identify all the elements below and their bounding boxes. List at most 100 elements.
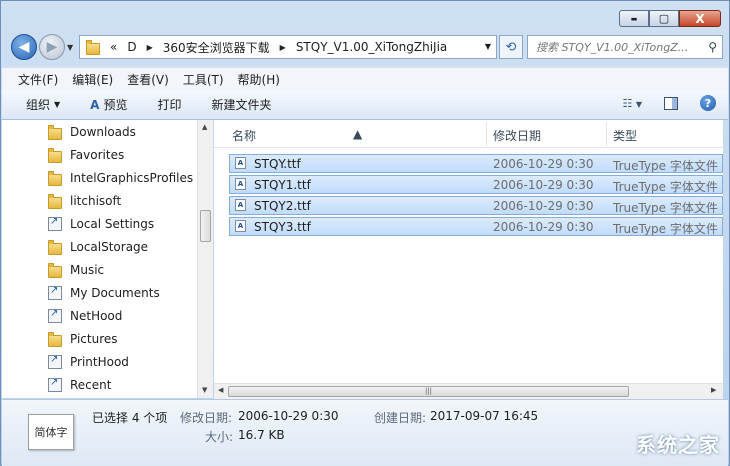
file-row[interactable]: A STQY2.ttf 2006-10-29 0:30 TrueType 字体文件 bbox=[229, 196, 723, 215]
preview-button[interactable]: A 预览 bbox=[90, 96, 127, 113]
file-name: STQY2.ttf bbox=[254, 199, 311, 213]
nav-item[interactable]: Recent bbox=[48, 375, 111, 395]
scroll-right-icon[interactable]: ▶ bbox=[711, 386, 716, 394]
forward-button[interactable]: ▶ bbox=[39, 34, 65, 60]
nav-item[interactable]: Downloads bbox=[48, 122, 136, 142]
folder-icon bbox=[48, 193, 62, 209]
breadcrumb-item-downloads[interactable]: 360安全浏览器下载 bbox=[163, 39, 270, 56]
nav-item-label: Local Settings bbox=[70, 217, 155, 231]
chevron-right-icon[interactable]: ▶ bbox=[280, 43, 286, 52]
column-name[interactable]: 名称 bbox=[232, 127, 256, 144]
nav-item[interactable]: litchisoft bbox=[48, 191, 121, 211]
search-icon[interactable]: ⚲ bbox=[708, 40, 717, 54]
print-button[interactable]: 打印 bbox=[157, 96, 181, 113]
nav-item[interactable]: Pictures bbox=[48, 329, 118, 349]
nav-item-label: IntelGraphicsProfiles bbox=[70, 171, 194, 185]
details-pane: 简体字 已选择 4 个项 修改日期: 2006-10-29 0:30 创建日期:… bbox=[2, 399, 728, 466]
navigation-scrollbar[interactable]: ▲ ▼ bbox=[197, 120, 213, 398]
chevron-right-icon[interactable]: ▶ bbox=[147, 43, 153, 52]
address-bar[interactable]: « D ▶ 360安全浏览器下载 ▶ STQY_V1.00_XiTongZhiJ… bbox=[79, 35, 497, 59]
nav-item-label: NetHood bbox=[70, 309, 123, 323]
menu-bar: 文件(F) 编辑(E) 查看(V) 工具(T) 帮助(H) bbox=[2, 67, 728, 90]
created-value: 2017-09-07 16:45 bbox=[430, 409, 539, 423]
maximize-button[interactable]: ▢ bbox=[649, 10, 679, 27]
file-name: STQY1.ttf bbox=[254, 178, 311, 192]
watermark-logo: 系统之家 bbox=[636, 433, 720, 457]
nav-item[interactable]: LocalStorage bbox=[48, 237, 148, 257]
new-folder-label: 新建文件夹 bbox=[211, 98, 272, 112]
nav-item[interactable]: IntelGraphicsProfiles bbox=[48, 168, 193, 188]
shortcut-icon bbox=[48, 354, 62, 369]
file-name: STQY.ttf bbox=[254, 157, 301, 171]
size-value: 16.7 KB bbox=[238, 428, 285, 442]
refresh-button[interactable]: ⟲ bbox=[499, 35, 523, 59]
file-modified: 2006-10-29 0:30 bbox=[493, 220, 594, 234]
search-input[interactable] bbox=[534, 39, 708, 55]
file-modified: 2006-10-29 0:30 bbox=[493, 178, 594, 192]
file-type: TrueType 字体文件 bbox=[613, 222, 718, 236]
explorer-window: ▬ ▢ X ◀ ▶ ▼ « D ▶ 360安全浏览器下载 ▶ STQY_V1.0… bbox=[0, 0, 730, 466]
folder-icon bbox=[48, 170, 62, 186]
file-list-scrollbar[interactable]: ◀ ||| ▶ bbox=[214, 383, 723, 399]
scroll-thumb[interactable]: ||| bbox=[228, 386, 629, 397]
address-dropdown-icon[interactable]: ▼ bbox=[485, 42, 491, 51]
file-modified: 2006-10-29 0:30 bbox=[493, 157, 594, 171]
window-controls: ▬ ▢ X bbox=[619, 10, 721, 27]
truetype-font-icon: A bbox=[235, 220, 246, 232]
file-row[interactable]: A STQY3.ttf 2006-10-29 0:30 TrueType 字体文件 bbox=[229, 217, 723, 236]
nav-item[interactable]: PrintHood bbox=[48, 352, 129, 372]
preview-pane-icon[interactable] bbox=[664, 96, 678, 110]
menu-help[interactable]: 帮助(H) bbox=[238, 71, 280, 88]
modified-value: 2006-10-29 0:30 bbox=[238, 409, 339, 423]
menu-edit[interactable]: 编辑(E) bbox=[72, 71, 113, 88]
font-thumbnail: 简体字 bbox=[28, 414, 74, 450]
back-button[interactable]: ◀ bbox=[11, 34, 37, 60]
nav-item-label: Favorites bbox=[70, 148, 125, 162]
chevron-down-icon: ▼ bbox=[54, 100, 61, 109]
close-button[interactable]: X bbox=[679, 10, 721, 27]
refresh-icon: ⟲ bbox=[505, 39, 517, 55]
nav-item[interactable]: My Documents bbox=[48, 283, 160, 303]
file-row[interactable]: A STQY.ttf 2006-10-29 0:30 TrueType 字体文件 bbox=[229, 154, 723, 173]
file-type: TrueType 字体文件 bbox=[613, 159, 718, 173]
size-label: 大小: bbox=[205, 430, 234, 444]
selection-count: 已选择 4 个项 bbox=[92, 411, 168, 425]
menu-view[interactable]: 查看(V) bbox=[127, 71, 169, 88]
scroll-thumb[interactable] bbox=[200, 210, 211, 242]
menu-tools[interactable]: 工具(T) bbox=[183, 71, 224, 88]
file-modified: 2006-10-29 0:30 bbox=[493, 199, 594, 213]
breadcrumb-item-current[interactable]: STQY_V1.00_XiTongZhiJia bbox=[296, 40, 447, 54]
scroll-down-icon[interactable]: ▼ bbox=[202, 386, 207, 394]
preview-label: 预览 bbox=[103, 98, 128, 112]
truetype-font-icon: A bbox=[235, 178, 246, 190]
file-row[interactable]: A STQY1.ttf 2006-10-29 0:30 TrueType 字体文件 bbox=[229, 175, 723, 194]
modified-label: 修改日期: bbox=[180, 411, 233, 425]
breadcrumb-overflow[interactable]: « bbox=[110, 40, 117, 54]
nav-item-label: Recent bbox=[70, 378, 112, 392]
scroll-up-icon[interactable]: ▲ bbox=[202, 123, 207, 131]
search-box: ⚲ bbox=[527, 35, 723, 59]
nav-item[interactable]: Local Settings bbox=[48, 214, 154, 234]
view-controls: ☷ ▼ ? bbox=[622, 95, 716, 111]
column-type[interactable]: 类型 bbox=[613, 127, 637, 144]
nav-item-label: My Documents bbox=[70, 286, 160, 300]
column-modified[interactable]: 修改日期 bbox=[493, 127, 541, 144]
shortcut-icon bbox=[48, 377, 62, 392]
file-name: STQY3.ttf bbox=[254, 220, 311, 234]
recent-pages-dropdown-icon[interactable]: ▼ bbox=[67, 43, 73, 52]
new-folder-button[interactable]: 新建文件夹 bbox=[212, 96, 272, 113]
breadcrumb-item-drive[interactable]: D bbox=[127, 40, 136, 54]
nav-item[interactable]: NetHood bbox=[48, 306, 122, 326]
column-header: ▲ 名称 修改日期 类型 bbox=[214, 120, 723, 148]
organize-button[interactable]: 组织 ▼ bbox=[26, 96, 60, 113]
scroll-left-icon[interactable]: ◀ bbox=[218, 386, 223, 394]
nav-item[interactable]: Music bbox=[48, 260, 104, 280]
nav-item[interactable]: Favorites bbox=[48, 145, 124, 165]
help-icon[interactable]: ? bbox=[700, 95, 716, 111]
organize-label: 组织 bbox=[26, 98, 51, 112]
menu-file[interactable]: 文件(F) bbox=[18, 71, 58, 88]
folder-icon bbox=[48, 262, 62, 278]
nav-item-label: Downloads bbox=[70, 125, 136, 139]
view-options-button[interactable]: ☷ ▼ bbox=[622, 97, 642, 110]
minimize-button[interactable]: ▬ bbox=[619, 10, 649, 27]
